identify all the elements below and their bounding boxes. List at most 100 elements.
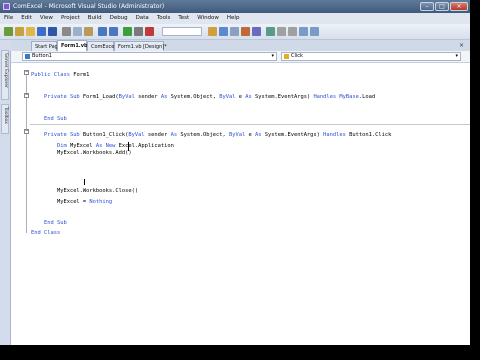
code-line[interactable]: MyExcel.Workbooks.Add() [31, 150, 132, 156]
toolbox-tab[interactable]: Toolbox [1, 104, 9, 134]
break-all-icon[interactable] [134, 27, 143, 36]
save-all-icon[interactable] [48, 27, 57, 36]
side-tool-strip: Server Explorer Toolbox [0, 40, 11, 345]
toolbox-icon[interactable] [252, 27, 261, 36]
tab-form1-code[interactable]: Form1.vb* [57, 40, 90, 51]
menu-edit[interactable]: Edit [17, 13, 36, 24]
code-line[interactable]: Private Sub Form1_Load(ByVal sender As S… [31, 94, 375, 100]
collapse-load-icon[interactable]: − [24, 93, 29, 98]
collapse-class-icon[interactable]: − [24, 70, 29, 75]
open-file-icon[interactable] [26, 27, 35, 36]
code-line[interactable]: MyExcel = Nothing [31, 199, 112, 205]
code-token: MyExcel = [31, 199, 90, 205]
solution-explorer-icon[interactable] [219, 27, 228, 36]
menu-build[interactable]: Build [84, 13, 106, 24]
code-token: sender [144, 132, 171, 138]
undo-icon[interactable] [98, 27, 107, 36]
copy-icon[interactable] [73, 27, 82, 36]
tab-comexcel[interactable]: ComExcel [87, 41, 116, 51]
class-name-dropdown[interactable]: Button1 ▾ [22, 52, 277, 61]
menu-file[interactable]: File [0, 13, 17, 24]
menu-view[interactable]: View [36, 13, 57, 24]
next-bookmark-icon[interactable] [310, 27, 319, 36]
save-icon[interactable] [37, 27, 46, 36]
code-token: e [245, 132, 255, 138]
code-token: ByVal [118, 94, 135, 100]
code-token: Private Sub [31, 132, 80, 138]
window-title: ComExcel - Microsoft Visual Studio (Admi… [13, 3, 165, 10]
solution-configuration-dropdown[interactable] [162, 27, 202, 36]
chevron-down-icon: ▾ [455, 53, 458, 59]
menu-window[interactable]: Window [193, 13, 223, 24]
code-token: sender [134, 94, 161, 100]
code-editor[interactable]: Button1 ▾ Click ▾ − − − Public Class For… [11, 51, 470, 345]
code-token: End Sub [31, 220, 67, 226]
menu-tools[interactable]: Tools [153, 13, 175, 24]
code-token: Dim [31, 143, 67, 149]
code-token: Handles [323, 132, 346, 138]
cut-icon[interactable] [62, 27, 71, 36]
server-explorer-label: Server Explorer [3, 53, 8, 88]
code-line[interactable]: End Class [31, 230, 60, 236]
code-token: e [235, 94, 246, 100]
code-token: End Class [31, 230, 61, 236]
code-token: Button1_Click( [79, 132, 129, 138]
document-tab-strip: Start Page Form1.vb* ComExcel Form1.vb [… [10, 40, 470, 51]
maximize-button[interactable]: □ [435, 2, 449, 11]
close-button[interactable]: × [450, 2, 468, 11]
redo-icon[interactable] [109, 27, 118, 36]
minimize-button[interactable]: – [420, 2, 434, 11]
close-tab-icon[interactable]: × [459, 42, 464, 49]
paste-icon[interactable] [84, 27, 93, 36]
code-token: Excel.Application [115, 143, 174, 149]
code-token: .Load [358, 94, 376, 100]
code-line[interactable]: End Sub [31, 220, 67, 226]
properties-window-icon[interactable] [230, 27, 239, 36]
menu-test[interactable]: Test [174, 13, 193, 24]
start-debugging-icon[interactable] [123, 27, 132, 36]
code-token: Form1 [69, 72, 90, 78]
control-icon [25, 54, 30, 59]
code-line[interactable]: End Sub [31, 116, 67, 122]
uncomment-icon[interactable] [288, 27, 297, 36]
method-name-dropdown[interactable]: Click ▾ [281, 52, 461, 61]
code-token: MyExcel [66, 143, 96, 149]
code-token: Public Class [31, 72, 70, 78]
server-explorer-tab[interactable]: Server Explorer [1, 50, 9, 100]
code-token: End Sub [31, 116, 67, 122]
code-line[interactable]: Private Sub Button1_Click(ByVal sender A… [31, 132, 391, 138]
start-page-icon[interactable] [266, 27, 275, 36]
menu-bar: File Edit View Project Build Debug Data … [0, 13, 470, 24]
code-line[interactable]: MyExcel.Workbooks.Close() [31, 188, 138, 194]
code-token: MyBase [339, 94, 359, 100]
menu-debug[interactable]: Debug [106, 13, 132, 24]
find-icon[interactable] [208, 27, 217, 36]
toolbox-label: Toolbox [3, 107, 8, 124]
code-token: Handles [313, 94, 337, 100]
code-token: Nothing [89, 199, 113, 205]
comment-icon[interactable] [277, 27, 286, 36]
object-browser-icon[interactable] [241, 27, 250, 36]
menu-data[interactable]: Data [132, 13, 153, 24]
menu-project[interactable]: Project [57, 13, 84, 24]
collapse-click-icon[interactable]: − [24, 129, 29, 134]
code-line[interactable]: Public Class Form1 [31, 72, 89, 78]
code-token: ByVal [219, 94, 236, 100]
navigation-bar: Button1 ▾ Click ▾ [11, 51, 470, 63]
new-project-icon[interactable] [4, 27, 13, 36]
text-caret [84, 179, 85, 185]
tab-form1-design[interactable]: Form1.vb [Design]* [114, 41, 167, 51]
code-token: MyExcel.Workbooks.Close() [31, 188, 139, 194]
stop-debugging-icon[interactable] [145, 27, 154, 36]
code-token: MyExcel.Workbooks.Add() [31, 150, 132, 156]
class-name-value: Button1 [32, 53, 52, 59]
add-item-icon[interactable] [15, 27, 24, 36]
code-token: System.Object, [177, 132, 230, 138]
code-line[interactable]: Dim MyExcel As New Excel.Application [31, 143, 174, 149]
menu-help[interactable]: Help [223, 13, 244, 24]
visual-studio-icon [3, 3, 10, 10]
tab-start-page[interactable]: Start Page [31, 41, 61, 51]
bookmark-icon[interactable] [299, 27, 308, 36]
code-area[interactable]: − − − Public Class Form1 Private Sub For… [11, 63, 470, 345]
event-icon [284, 54, 289, 59]
